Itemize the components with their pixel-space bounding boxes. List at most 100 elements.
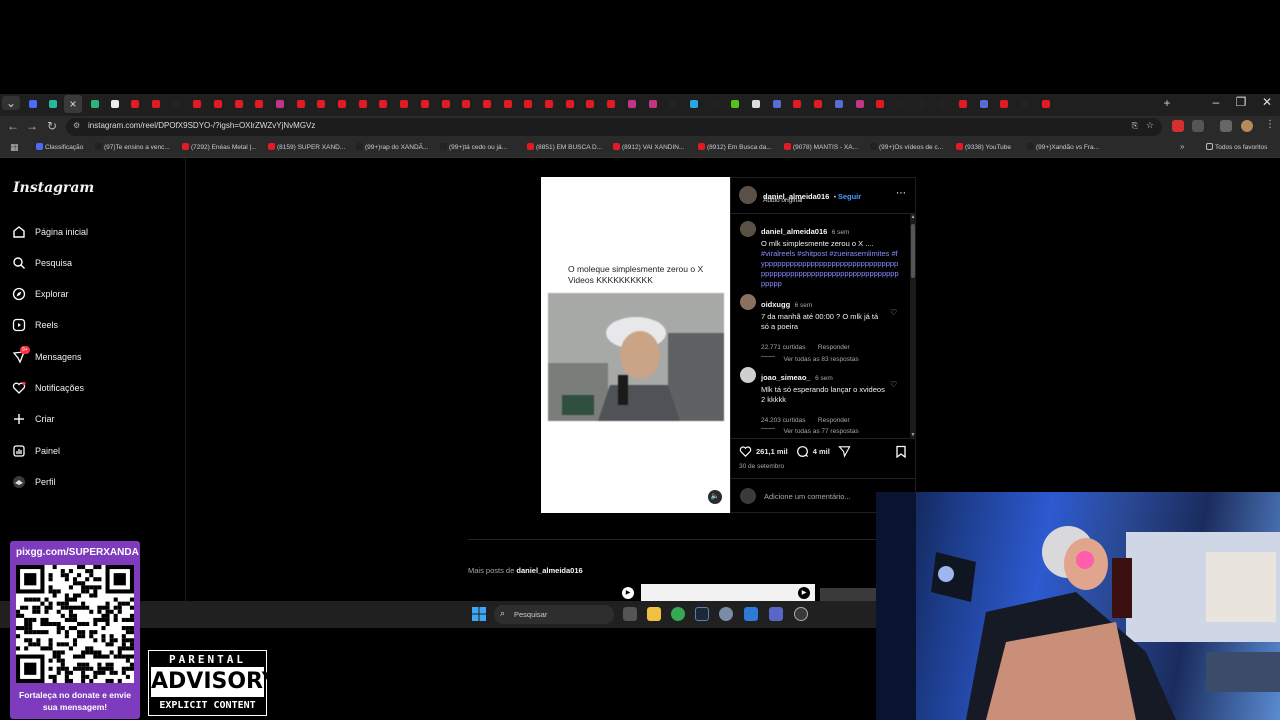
- obs-icon[interactable]: [794, 607, 808, 621]
- tab-favicon[interactable]: [915, 97, 929, 111]
- commenter-avatar[interactable]: [740, 367, 756, 383]
- like-icon[interactable]: [739, 445, 752, 458]
- file-explorer-icon[interactable]: [647, 607, 661, 621]
- tab-favicon[interactable]: [26, 97, 40, 111]
- tab-favicon[interactable]: [749, 97, 763, 111]
- more-options-icon[interactable]: ⋯: [896, 188, 906, 199]
- more-bookmarks-icon[interactable]: »: [1180, 142, 1184, 151]
- menu-dots-icon[interactable]: ⋮: [1265, 119, 1275, 130]
- bookmark-item[interactable]: (7292) Enéas Metal |...: [182, 143, 257, 151]
- tab-favicon[interactable]: [894, 97, 908, 111]
- mute-icon[interactable]: 🔈: [708, 490, 722, 504]
- site-info-icon[interactable]: ⚙: [73, 121, 80, 130]
- bookmark-item[interactable]: (99+)Os vídeos de c...: [870, 143, 943, 151]
- apps-grid-icon[interactable]: ▦: [10, 142, 19, 153]
- tab-favicon[interactable]: [542, 97, 556, 111]
- tab-favicon[interactable]: [853, 97, 867, 111]
- extension-icon[interactable]: [1192, 120, 1204, 132]
- windows-start-icon[interactable]: [472, 607, 486, 621]
- tab-favicon[interactable]: [997, 97, 1011, 111]
- tab-favicon[interactable]: [935, 97, 949, 111]
- nav-explore[interactable]: Explorar: [12, 285, 69, 303]
- tab-favicon[interactable]: [770, 97, 784, 111]
- tab-favicon[interactable]: [273, 97, 287, 111]
- comments-count[interactable]: 4 mil: [813, 447, 830, 456]
- nav-reels[interactable]: Reels: [12, 316, 58, 334]
- nav-search[interactable]: Pesquisa: [12, 254, 72, 272]
- tab-favicon[interactable]: [811, 97, 825, 111]
- bookmark-item[interactable]: (8912) Em Busca da...: [698, 143, 772, 151]
- minimize-icon[interactable]: –: [1206, 95, 1226, 109]
- app-icon[interactable]: [744, 607, 758, 621]
- scroll-down-icon[interactable]: ▼: [910, 432, 916, 438]
- bookmark-item[interactable]: (97)Te ensino a venc...: [95, 143, 170, 151]
- nav-create[interactable]: Criar: [12, 410, 55, 428]
- bookmark-item[interactable]: (9338) YouTube: [956, 143, 1011, 151]
- taskbar-search[interactable]: ⌕ Pesquisar: [494, 605, 614, 624]
- bookmark-item[interactable]: (99+)tá cedo ou já...: [440, 143, 507, 151]
- close-window-icon[interactable]: ✕: [1257, 95, 1277, 109]
- tab-favicon[interactable]: [625, 97, 639, 111]
- tab-favicon[interactable]: [501, 97, 515, 111]
- scrollbar-thumb[interactable]: [911, 224, 915, 278]
- comments-scrollbar[interactable]: ▲ ▼: [910, 214, 916, 438]
- scroll-up-icon[interactable]: ▲: [910, 214, 916, 220]
- bookmark-item[interactable]: (8912) VAI XANDIN...: [613, 143, 684, 151]
- tab-favicon[interactable]: [108, 97, 122, 111]
- tab-favicon[interactable]: [646, 97, 660, 111]
- back-icon[interactable]: ←: [5, 119, 21, 133]
- tab-favicon[interactable]: [459, 97, 473, 111]
- nav-messages[interactable]: 9+ Mensagens: [12, 346, 82, 366]
- view-replies[interactable]: Ver todas as 83 respostas: [761, 348, 859, 366]
- comment-icon[interactable]: [796, 445, 809, 458]
- all-bookmarks-folder[interactable]: Todos os favoritos: [1206, 143, 1267, 151]
- tab-favicon[interactable]: [356, 97, 370, 111]
- nav-home[interactable]: Página inicial: [12, 223, 88, 241]
- comment-username[interactable]: oidxugg: [761, 300, 790, 309]
- tab-favicon[interactable]: [604, 97, 618, 111]
- tab-favicon[interactable]: [252, 97, 266, 111]
- bookmark-item[interactable]: (8851) EM BUSCA D...: [527, 143, 602, 151]
- tab-favicon[interactable]: [832, 97, 846, 111]
- tab-favicon[interactable]: [708, 97, 722, 111]
- tab-favicon[interactable]: [439, 97, 453, 111]
- tab-favicon[interactable]: [397, 97, 411, 111]
- caption-username[interactable]: daniel_almeida016: [761, 227, 827, 236]
- extension-icon[interactable]: [1172, 120, 1184, 132]
- tab-favicon[interactable]: [169, 97, 183, 111]
- commenter-avatar[interactable]: [740, 294, 756, 310]
- share-icon[interactable]: [837, 445, 851, 458]
- tab-favicon[interactable]: [149, 97, 163, 111]
- nav-dashboard[interactable]: Painel: [12, 442, 60, 460]
- tab-search-icon[interactable]: ⌄: [2, 96, 20, 110]
- close-tab-icon[interactable]: ×: [64, 95, 82, 113]
- comment-username[interactable]: joao_simeao_: [761, 373, 811, 382]
- tab-favicon[interactable]: [480, 97, 494, 111]
- like-comment-icon[interactable]: ♡: [890, 380, 897, 389]
- tab-favicon[interactable]: [666, 97, 680, 111]
- bookmark-item[interactable]: (99+)Xandão vs Fra...: [1027, 143, 1099, 151]
- bookmark-star-icon[interactable]: ☆: [1146, 120, 1154, 131]
- tab-favicon[interactable]: [521, 97, 535, 111]
- author-avatar[interactable]: [739, 186, 757, 204]
- new-tab-icon[interactable]: +: [1158, 96, 1176, 110]
- tab-favicon[interactable]: [977, 97, 991, 111]
- nav-notifications[interactable]: Notificações: [12, 379, 84, 397]
- task-view-icon[interactable]: [623, 607, 637, 621]
- install-app-icon[interactable]: ⎘: [1132, 121, 1138, 131]
- instagram-logo[interactable]: Instagram: [13, 180, 94, 196]
- tab-favicon[interactable]: [335, 97, 349, 111]
- tab-favicon[interactable]: [128, 97, 142, 111]
- bookmark-item[interactable]: (99+)rap do XANDÃ...: [356, 143, 428, 151]
- reload-icon[interactable]: ↻: [44, 119, 60, 133]
- maximize-icon[interactable]: ❐: [1231, 95, 1251, 109]
- tab-favicon[interactable]: [687, 97, 701, 111]
- profile-avatar-icon[interactable]: [1241, 120, 1253, 132]
- bookmark-item[interactable]: Classificação: [36, 143, 83, 151]
- tab-favicon[interactable]: [1039, 97, 1053, 111]
- chrome-icon[interactable]: [671, 607, 685, 621]
- tab-favicon[interactable]: [88, 97, 102, 111]
- tab-favicon[interactable]: [728, 97, 742, 111]
- tab-favicon[interactable]: [583, 97, 597, 111]
- tab-favicon[interactable]: [294, 97, 308, 111]
